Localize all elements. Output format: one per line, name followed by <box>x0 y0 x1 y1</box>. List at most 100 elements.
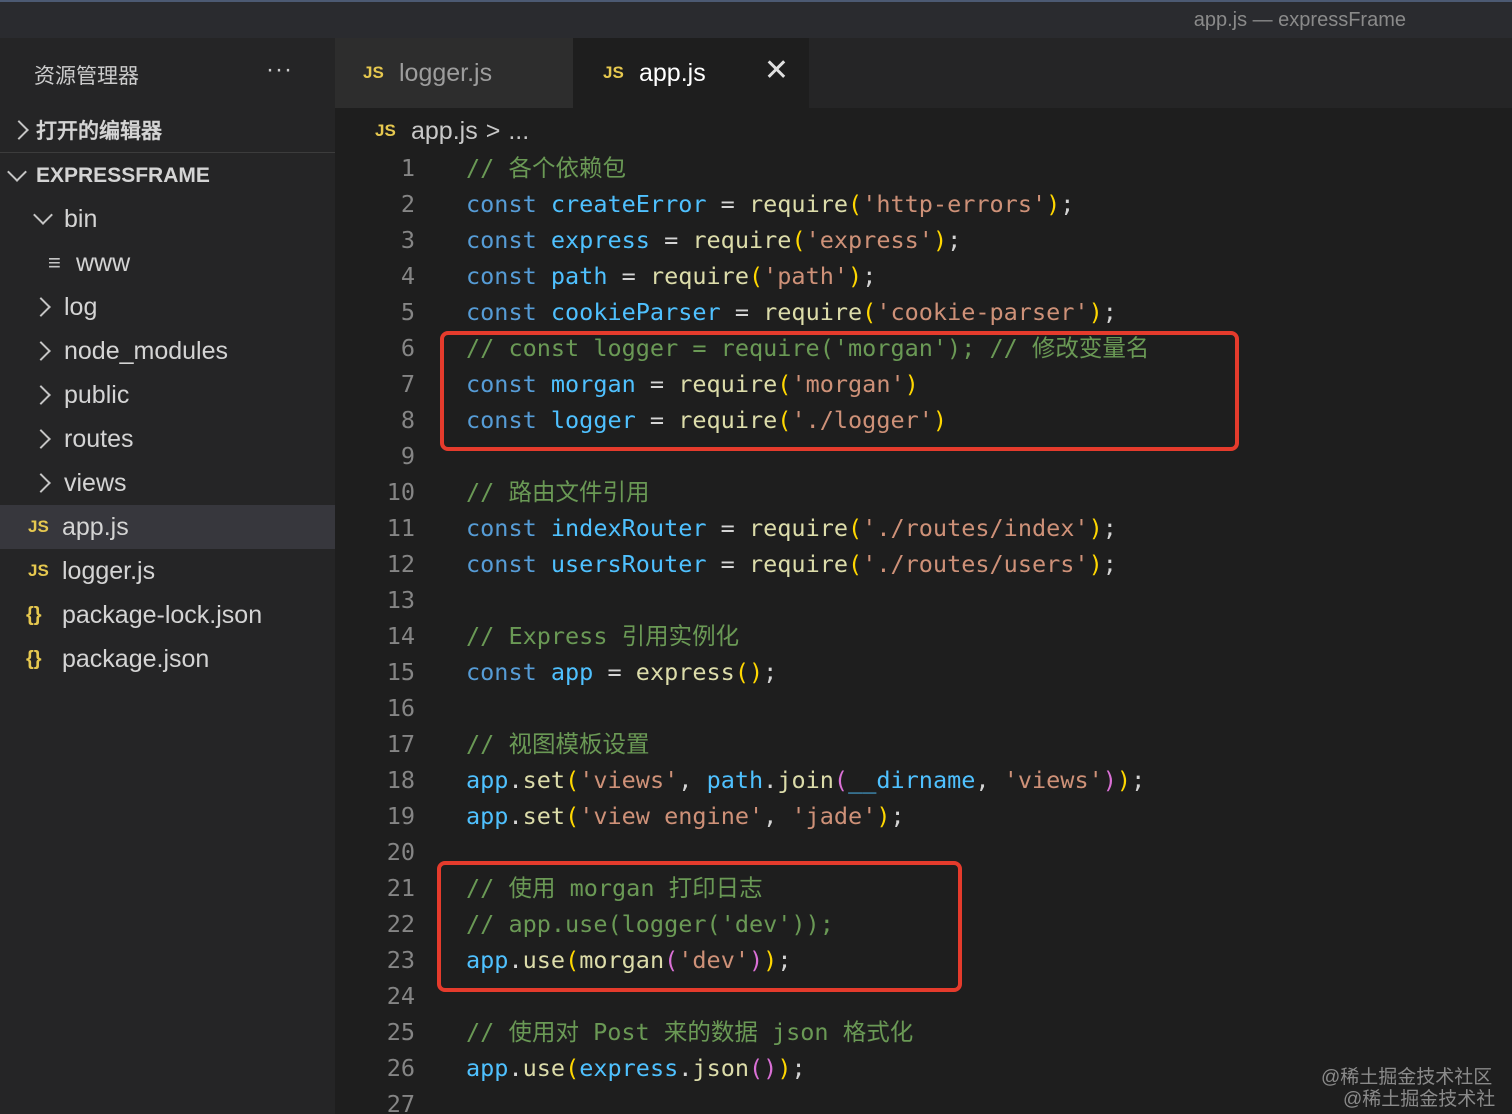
tree-item-views[interactable]: views <box>0 461 335 505</box>
tab-label: app.js <box>639 58 706 87</box>
code-line[interactable]: 10 // 路由文件引用 <box>335 474 1512 510</box>
code-token: require <box>763 298 863 326</box>
line-number: 20 <box>386 838 415 866</box>
tree-item-node-modules[interactable]: node_modules <box>0 329 335 373</box>
line-number: 22 <box>386 910 415 938</box>
code-token: ) <box>932 226 948 254</box>
code-text: app.set('view engine', 'jade'); <box>466 798 905 834</box>
code-line[interactable]: 25 // 使用对 Post 来的数据 json 格式化 <box>335 1014 1512 1050</box>
code-token: 'http-errors' <box>862 190 1047 218</box>
code-token: () <box>749 1054 778 1082</box>
code-token: ; <box>1102 550 1117 578</box>
line-number: 13 <box>386 586 415 614</box>
explorer-heading: 资源管理器 <box>34 65 139 88</box>
breadcrumb-file[interactable]: app.js <box>411 117 478 146</box>
code-token: ; <box>1060 190 1075 218</box>
code-token: , <box>975 766 1004 794</box>
code-token: ( <box>791 226 806 254</box>
json-file-icon: {} <box>26 647 42 670</box>
line-number: 4 <box>400 262 415 290</box>
code-text: const app = express(); <box>466 654 777 690</box>
code-token: = <box>607 262 650 290</box>
tree-item-app-js[interactable]: JS app.js <box>0 505 335 549</box>
line-number: 5 <box>400 298 415 326</box>
code-text: const usersRouter = require('./routes/us… <box>466 546 1117 582</box>
js-file-icon: JS <box>375 121 396 140</box>
line-number: 25 <box>386 1018 415 1046</box>
line-number: 27 <box>386 1090 415 1114</box>
tab-logger-js[interactable]: JS logger.js <box>335 38 573 108</box>
code-line[interactable]: 11 const indexRouter = require('./routes/… <box>335 510 1512 546</box>
breadcrumb-more[interactable]: ... <box>508 117 529 146</box>
code-token: // Express 引用实例化 <box>466 622 740 650</box>
editor-tab-bar: JS logger.js JS app.js ✕ <box>335 38 1512 108</box>
code-token: // 各个依赖包 <box>466 154 626 182</box>
code-line[interactable]: 14 // Express 引用实例化 <box>335 618 1512 654</box>
chevron-right-icon <box>31 297 51 317</box>
code-token: const <box>466 550 551 578</box>
tree-item-log[interactable]: log <box>0 285 335 329</box>
tree-item-package-json[interactable]: {} package.json <box>0 637 335 681</box>
line-number: 17 <box>386 730 415 758</box>
more-actions-icon[interactable]: ··· <box>266 56 293 84</box>
tree-item-public[interactable]: public <box>0 373 335 417</box>
code-token: const <box>466 226 551 254</box>
code-token: ) <box>777 1054 792 1082</box>
code-token: ) <box>848 262 863 290</box>
code-line[interactable]: 12 const usersRouter = require('./routes/… <box>335 546 1512 582</box>
line-number: 11 <box>386 514 415 542</box>
line-number: 6 <box>400 334 415 362</box>
line-number: 23 <box>386 946 415 974</box>
code-token: indexRouter <box>550 514 707 542</box>
code-token: ) <box>876 802 891 830</box>
code-token: 'views' <box>579 766 679 794</box>
line-number: 3 <box>400 226 415 254</box>
line-number: 10 <box>386 478 415 506</box>
tree-item-logger-js[interactable]: JS logger.js <box>0 549 335 593</box>
tab-app-js[interactable]: JS app.js ✕ <box>573 38 809 108</box>
code-line[interactable]: 1 // 各个依赖包 <box>335 150 1512 186</box>
code-line[interactable]: 16 <box>335 690 1512 726</box>
chevron-right-icon <box>9 120 29 140</box>
tree-item-label: routes <box>64 424 134 453</box>
code-token: __dirname <box>848 766 976 794</box>
open-editors-section[interactable]: 打开的编辑器 <box>0 108 335 152</box>
code-editor[interactable]: 1// 各个依赖包 2 const createError = require('h… <box>335 150 1512 1114</box>
code-token: ( <box>848 514 863 542</box>
code-text: // Express 引用实例化 <box>466 618 739 654</box>
code-line[interactable]: 15 const app = express(); <box>335 654 1512 690</box>
code-line[interactable]: 13 <box>335 582 1512 618</box>
code-line[interactable]: 5 const cookieParser = require('cookie-pa… <box>335 294 1512 330</box>
code-token: 'express' <box>805 226 933 254</box>
tree-item-www[interactable]: ≡ www <box>0 241 335 285</box>
code-token: app <box>466 1054 509 1082</box>
code-line[interactable]: 17 // 视图模板设置 <box>335 726 1512 762</box>
tree-item-bin[interactable]: bin <box>0 197 335 241</box>
code-line[interactable]: 4 const path = require('path'); <box>335 258 1512 294</box>
code-token: // 路由文件引用 <box>466 478 650 506</box>
line-number: 2 <box>400 190 415 218</box>
chevron-right-icon <box>31 429 51 449</box>
code-token: app <box>466 802 509 830</box>
code-line[interactable]: 2 const createError = require('http-error… <box>335 186 1512 222</box>
js-file-icon: JS <box>363 63 384 82</box>
code-token: ( <box>565 1054 580 1082</box>
code-token: path <box>550 262 608 290</box>
code-token: ( <box>565 766 580 794</box>
code-token: , <box>678 766 707 794</box>
code-token: 'views' <box>1003 766 1103 794</box>
code-token: . <box>678 1054 693 1082</box>
code-token: ( <box>748 262 764 290</box>
code-line[interactable]: 19 app.set('view engine', 'jade'); <box>335 798 1512 834</box>
code-token: 'jade' <box>791 802 877 830</box>
code-line[interactable]: 27 <box>335 1086 1512 1114</box>
tree-item-routes[interactable]: routes <box>0 417 335 461</box>
tree-item-package-lock-json[interactable]: {} package-lock.json <box>0 593 335 637</box>
code-line[interactable]: 3 const express = require('express'); <box>335 222 1512 258</box>
project-section[interactable]: EXPRESSFRAME <box>0 154 335 198</box>
tree-item-label: app.js <box>62 512 129 541</box>
chevron-right-icon <box>31 341 51 361</box>
highlight-box-imports <box>440 331 1239 451</box>
code-line[interactable]: 18 app.set('views', path.join(__dirname, … <box>335 762 1512 798</box>
close-icon[interactable]: ✕ <box>764 56 789 86</box>
